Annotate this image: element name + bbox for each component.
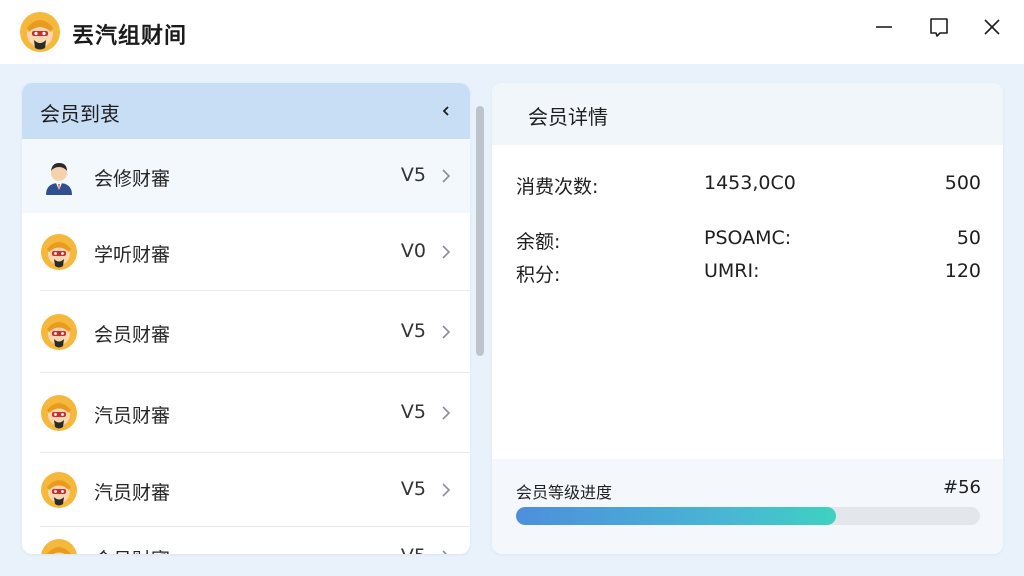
level-progress-section: 会员等级进度 #56 (492, 459, 1003, 554)
member-details-title: 会员详情 (528, 105, 608, 129)
member-list-header: 会员到衷 (22, 83, 470, 139)
mascot-avatar (40, 313, 78, 351)
member-level-badge: V0 (400, 240, 426, 262)
member-level-badge: V5 (400, 164, 426, 186)
member-name: 会员财審 (94, 324, 171, 346)
chevron-left-icon (442, 106, 449, 116)
member-list-panel: 会员到衷 会修财審 V5 学听财審 V0 会员财審 V5 汽员财審 V5 汽员财審 V5 会员财審 V… (22, 83, 470, 554)
app-logo-icon (20, 12, 60, 52)
detail-row-points: 积分: UMRI: 120 (492, 260, 1003, 288)
close-icon (984, 19, 1000, 35)
minimize-icon (876, 26, 892, 28)
chevron-right-icon (440, 168, 452, 184)
member-list-item[interactable]: 汽员财審 V5 (22, 453, 470, 527)
member-level-badge: V5 (400, 320, 426, 342)
level-progress-fill (516, 507, 837, 525)
member-name: 汽员财審 (94, 405, 171, 427)
detail-secondary: 1453,0C0 (704, 172, 796, 194)
businessman-avatar (40, 157, 78, 195)
member-details-panel: 会员详情 消费次数: 1453,0C0 500 余额: PSOAMC: 50 积… (492, 83, 1003, 554)
level-progress-label: 会员等级进度 (516, 483, 613, 502)
mascot-avatar (40, 233, 78, 271)
member-list-item[interactable]: 学听财審 V0 (22, 213, 470, 291)
member-level-badge: V5 (400, 401, 426, 423)
member-details-header: 会员详情 (492, 83, 1003, 145)
member-name: 汽员财審 (94, 482, 171, 504)
chevron-right-icon (440, 549, 452, 554)
mascot-avatar (40, 471, 78, 509)
chevron-right-icon (440, 482, 452, 498)
app-title: 丟汽组财间 (72, 24, 188, 49)
detail-value: 120 (944, 260, 981, 282)
detail-label: 积分: (516, 264, 561, 286)
member-list-title: 会员到衷 (40, 102, 120, 126)
member-name: 会修财審 (94, 168, 171, 190)
member-list-item[interactable]: 会修财審 V5 (22, 139, 470, 213)
member-list-item[interactable]: 会员财審 V5 (22, 527, 470, 554)
member-name: 学听财審 (94, 244, 171, 266)
maximize-icon (930, 18, 948, 37)
level-progress-value: #56 (943, 477, 981, 498)
detail-row-visits: 消费次数: 1453,0C0 500 (492, 172, 1003, 200)
scrollbar-thumb[interactable] (476, 106, 484, 356)
detail-label: 消费次数: (516, 176, 599, 198)
detail-secondary: UMRI: (704, 260, 760, 282)
chevron-right-icon (440, 244, 452, 260)
title-bar: 丟汽组财间 (0, 0, 1024, 64)
detail-label: 余额: (516, 231, 561, 253)
member-list-scrollbar[interactable] (474, 100, 484, 552)
minimize-button[interactable] (862, 10, 906, 44)
chevron-right-icon (440, 324, 452, 340)
member-level-badge: V5 (401, 545, 426, 554)
detail-secondary: PSOAMC: (704, 227, 792, 249)
mascot-avatar (40, 538, 78, 554)
level-progress-bar (516, 507, 980, 525)
mascot-avatar (40, 394, 78, 432)
member-name: 会员财審 (94, 545, 170, 554)
detail-row-balance: 余额: PSOAMC: 50 (492, 227, 1003, 255)
collapse-button[interactable] (434, 99, 458, 123)
close-button[interactable] (970, 10, 1014, 44)
member-list-item[interactable]: 会员财審 V5 (22, 291, 470, 373)
detail-value: 50 (956, 227, 981, 249)
member-list-item[interactable]: 汽员财審 V5 (22, 373, 470, 453)
member-level-badge: V5 (400, 478, 426, 500)
detail-value: 500 (944, 172, 981, 194)
chevron-right-icon (440, 405, 452, 421)
maximize-button[interactable] (917, 10, 961, 44)
